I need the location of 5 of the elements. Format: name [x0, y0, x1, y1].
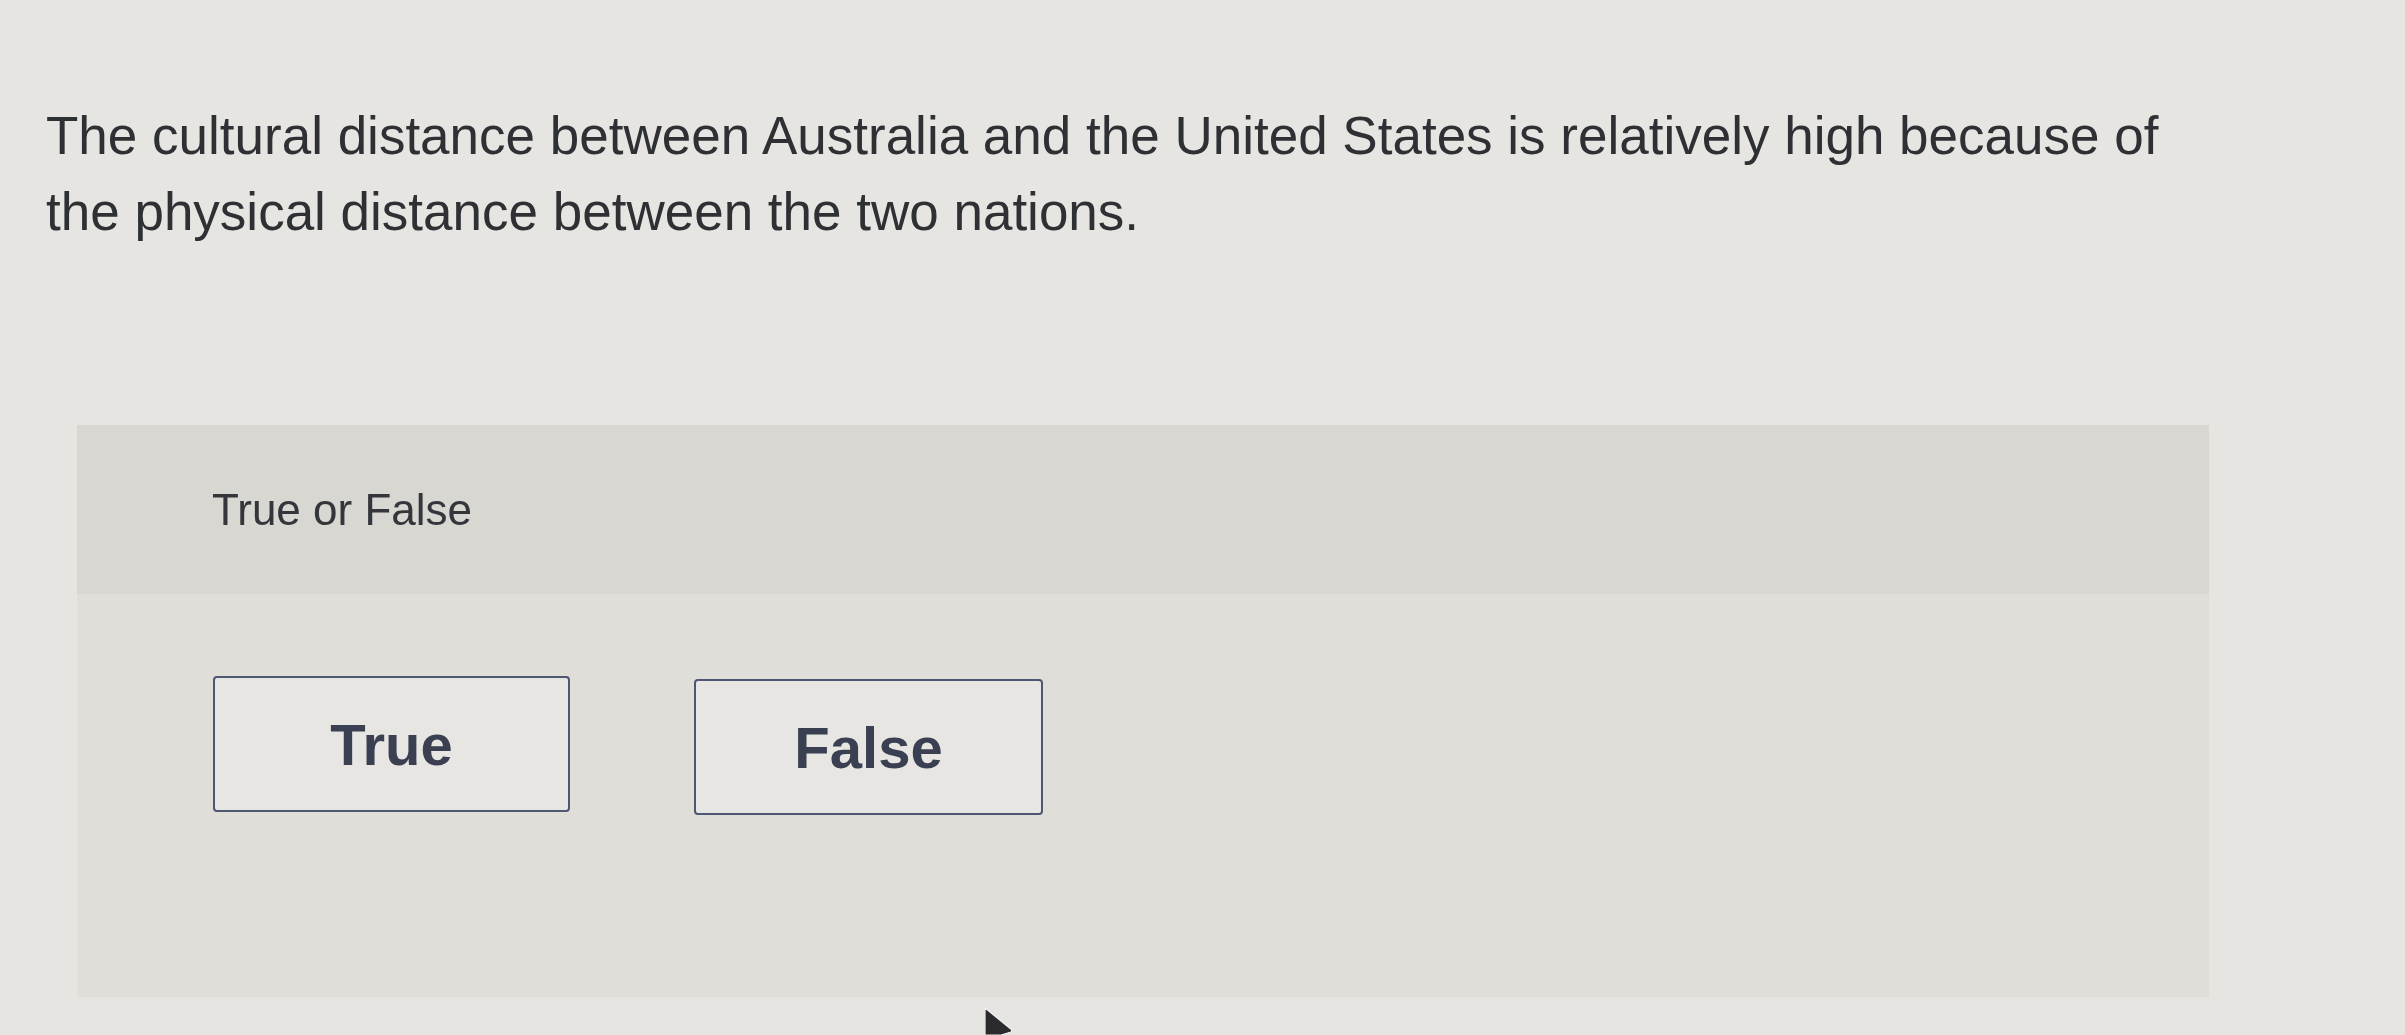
answer-option-button[interactable]: False: [694, 679, 1043, 815]
question-text: The cultural distance between Australia and the United States is relatively high because of the physical distance between the two nations.: [46, 105, 2160, 243]
answer-option-button[interactable]: True: [213, 676, 570, 812]
prompt-text: True or False: [212, 484, 472, 535]
mouse-pointer-icon: [985, 1008, 1013, 1035]
